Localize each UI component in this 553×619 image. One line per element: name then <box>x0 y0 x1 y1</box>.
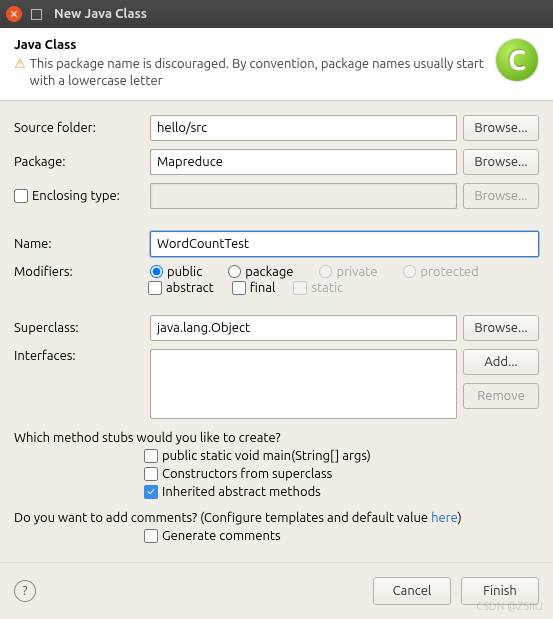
add-interface-button[interactable]: Add... <box>463 349 539 375</box>
enclosing-type-checkbox[interactable]: Enclosing type: <box>14 189 144 203</box>
generate-comments-checkbox[interactable]: Generate comments <box>144 529 539 543</box>
label-interfaces: Interfaces: <box>14 349 144 363</box>
warning-icon: ⚠ <box>14 56 26 73</box>
label-name: Name: <box>14 237 144 251</box>
configure-link[interactable]: here <box>431 511 458 525</box>
browse-enclosing-button: Browse... <box>463 183 539 209</box>
modifier-package-radio[interactable]: package <box>228 265 293 279</box>
watermark: CSDN @ZSIIIJ <box>476 601 543 613</box>
label-superclass: Superclass: <box>14 321 144 335</box>
window-title: New Java Class <box>54 7 147 21</box>
titlebar: ✕ New Java Class <box>0 0 553 28</box>
maximize-icon[interactable] <box>28 6 44 22</box>
label-source-folder: Source folder: <box>14 121 144 135</box>
class-icon: C <box>495 38 539 82</box>
interfaces-list[interactable] <box>150 349 457 419</box>
package-input[interactable] <box>150 149 457 175</box>
modifier-static-checkbox: static <box>293 281 343 295</box>
modifier-private-radio: private <box>319 265 377 279</box>
label-modifiers: Modifiers: <box>14 265 144 279</box>
browse-package-button[interactable]: Browse... <box>463 149 539 175</box>
browse-source-button[interactable]: Browse... <box>463 115 539 141</box>
stub-inherited-checkbox[interactable]: ✓Inherited abstract methods <box>144 485 539 499</box>
browse-superclass-button[interactable]: Browse... <box>463 315 539 341</box>
dialog-footer: ? Cancel Finish <box>0 562 553 619</box>
modifier-abstract-checkbox[interactable]: abstract <box>148 281 214 295</box>
modifier-protected-radio: protected <box>403 265 478 279</box>
dialog-header: Java Class ⚠ This package name is discou… <box>0 28 553 101</box>
name-input[interactable] <box>150 231 539 257</box>
stub-constructors-checkbox[interactable]: Constructors from superclass <box>144 467 539 481</box>
cancel-button[interactable]: Cancel <box>373 577 451 605</box>
modifier-public-radio[interactable]: public <box>150 265 202 279</box>
source-folder-input[interactable] <box>150 115 457 141</box>
stubs-question: Which method stubs would you like to cre… <box>14 431 539 445</box>
page-title: Java Class <box>14 38 495 52</box>
remove-interface-button: Remove <box>463 383 539 409</box>
label-package: Package: <box>14 155 144 169</box>
close-icon[interactable]: ✕ <box>6 6 22 22</box>
superclass-input[interactable] <box>150 315 457 341</box>
enclosing-type-input <box>150 183 457 209</box>
help-icon[interactable]: ? <box>14 580 36 602</box>
modifier-final-checkbox[interactable]: final <box>232 281 276 295</box>
stub-main-checkbox[interactable]: public static void main(String[] args) <box>144 449 539 463</box>
warning-text: This package name is discouraged. By con… <box>30 56 495 90</box>
comments-question: Do you want to add comments? (Configure … <box>14 511 539 525</box>
